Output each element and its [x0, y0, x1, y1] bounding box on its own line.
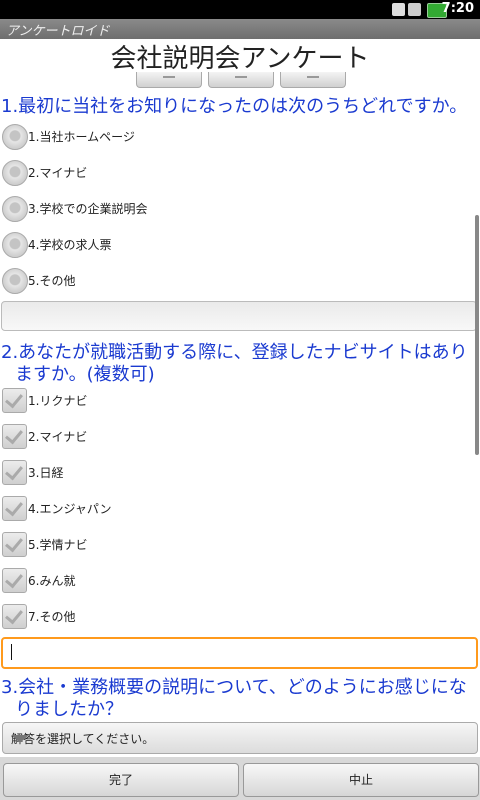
bottom-button-bar: 完了 中止 [0, 757, 480, 800]
option-label: 7.その他 [28, 610, 76, 624]
section-tab-2[interactable] [208, 72, 274, 88]
checkbox[interactable] [2, 568, 27, 593]
checkbox[interactable] [2, 424, 27, 449]
option-label: 5.学情ナビ [28, 538, 88, 552]
option-label: 3.日経 [28, 466, 64, 480]
option-label: 1.リクナビ [28, 394, 88, 408]
question-2-text: 2.あなたが就職活動する際に、登録したナビサイトはあり ますか。(複数可) [1, 342, 471, 386]
status-time: 7:20 [441, 1, 474, 16]
question-3-line2: りましたか？ [15, 699, 123, 720]
option-label: 2.マイナビ [28, 430, 88, 444]
q1-other-input[interactable] [1, 301, 477, 331]
option-label: 3.学校での企業説明会 [28, 202, 148, 216]
option-label: 4.学校の求人票 [28, 238, 112, 252]
select-placeholder: 解答を選択してください。 [11, 732, 155, 746]
checkbox[interactable] [2, 496, 27, 521]
status-bar: 7:20 [0, 0, 480, 19]
radio-button[interactable] [2, 196, 28, 222]
question-3-text: 3.会社・業務概要の説明について、どのようにお感じにな りましたか？ [1, 677, 471, 721]
radio-button[interactable] [2, 124, 28, 150]
cancel-button[interactable]: 中止 [243, 763, 479, 797]
text-caret [11, 644, 12, 660]
q2-other-input[interactable] [1, 637, 478, 669]
checkbox[interactable] [2, 460, 27, 485]
scrollbar[interactable] [475, 215, 479, 455]
section-tab-1[interactable] [136, 72, 202, 88]
checkbox[interactable] [2, 604, 27, 629]
app-title-bar: アンケートロイド [0, 19, 480, 39]
option-label: 5.その他 [28, 274, 76, 288]
mute-icon [408, 3, 421, 16]
dropdown-arrow-icon [11, 735, 29, 743]
checkbox[interactable] [2, 388, 27, 413]
app-title: アンケートロイド [6, 24, 110, 39]
radio-button[interactable] [2, 160, 28, 186]
q3-answer-select[interactable]: 解答を選択してください。 [2, 722, 478, 754]
option-label: 6.みん就 [28, 574, 76, 588]
question-1-text: 1.最初に当社をお知りになったのは次のうちどれですか。 [1, 96, 468, 117]
page-title: 会社説明会アンケート [110, 44, 370, 74]
wifi-icon [392, 3, 405, 16]
option-label: 2.マイナビ [28, 166, 88, 180]
question-2-line1: 2.あなたが就職活動する際に、登録したナビサイトはあり [1, 342, 468, 363]
radio-button[interactable] [2, 232, 28, 258]
question-2-line2: ますか。(複数可) [15, 364, 155, 385]
done-button[interactable]: 完了 [3, 763, 239, 797]
section-tab-3[interactable] [280, 72, 346, 88]
question-3-line1: 3.会社・業務概要の説明について、どのようにお感じにな [1, 677, 467, 698]
option-label: 4.エンジャパン [28, 502, 112, 516]
radio-button[interactable] [2, 268, 28, 294]
checkbox[interactable] [2, 532, 27, 557]
option-label: 1.当社ホームページ [28, 130, 135, 144]
